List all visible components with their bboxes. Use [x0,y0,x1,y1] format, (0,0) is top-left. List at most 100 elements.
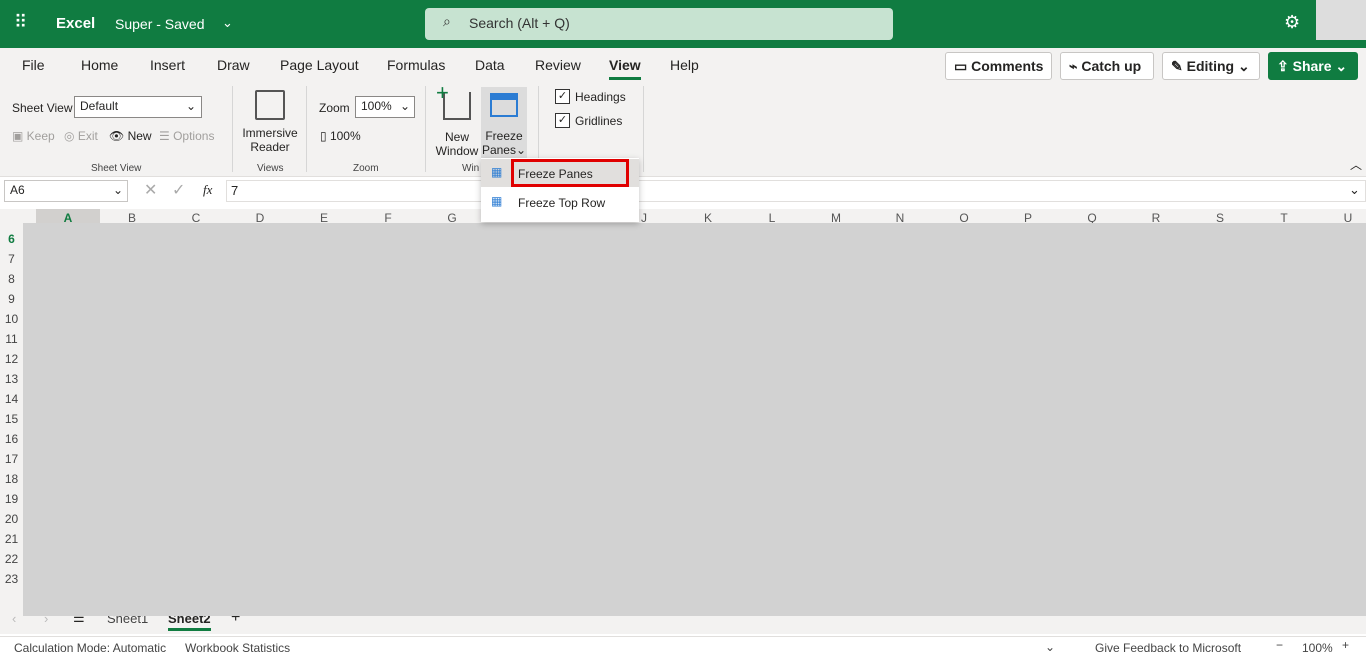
row-header-9[interactable]: 9 [0,292,23,306]
comments-label: Comments [971,58,1044,74]
collapse-ribbon-icon[interactable]: ︿ [1350,156,1362,173]
row-header-21[interactable]: 21 [0,532,23,546]
tab-home[interactable]: Home [81,57,118,73]
zoom-100-button[interactable]: ▯ 100% [320,129,361,143]
share-button[interactable]: ⇪ Share ⌄ [1268,52,1358,80]
row-header-22[interactable]: 22 [0,552,23,566]
row-header-15[interactable]: 15 [0,412,23,426]
tab-review[interactable]: Review [535,57,581,73]
comments-button[interactable]: ▭ Comments [945,52,1052,80]
cancel-icon[interactable]: ✕ [144,180,157,200]
row-header-8[interactable]: 8 [0,272,23,286]
gridlines-label: Gridlines [575,114,623,128]
zoom-in-icon[interactable]: + [1342,638,1349,652]
row-header-10[interactable]: 10 [0,312,23,326]
calculation-mode[interactable]: Calculation Mode: Automatic [14,641,166,655]
options-button: ☰ Options [159,129,215,143]
row-header-11[interactable]: 11 [0,332,23,346]
row-header-17[interactable]: 17 [0,452,23,466]
name-box[interactable]: A6 ⌄ [4,180,128,202]
catch-up-button[interactable]: ⌁ Catch up [1060,52,1154,80]
search-placeholder: Search (Alt + Q) [469,15,570,31]
tab-view[interactable]: View [609,57,641,80]
tab-draw[interactable]: Draw [217,57,250,73]
menu-item-freeze-top-row[interactable]: ▦ Freeze Top Row [481,188,639,216]
menu-item-freeze-panes[interactable]: ▦ Freeze Panes [481,159,639,187]
new-sheet-view-button[interactable]: 👁 New [109,129,152,143]
expand-formula-icon[interactable]: ⌄ [1349,182,1360,198]
app-name: Excel [56,15,96,32]
workbook-statistics[interactable]: Workbook Statistics [185,641,290,655]
tab-formulas[interactable]: Formulas [387,57,445,73]
group-label-window: Win [462,163,480,174]
gridlines-checkbox[interactable]: ✓ [555,113,570,128]
tab-file[interactable]: File [22,57,45,73]
zoom-dropdown[interactable]: 100% ⌄ [355,96,415,118]
pencil-icon: ✎ [1171,58,1187,74]
freeze-top-row-icon: ▦ [491,194,503,208]
title-bar: ⠿ Excel Super - Saved ⌄ ⌕ Search (Alt + Q… [0,0,1366,48]
group-label-sheet-view: Sheet View [91,163,142,174]
chevron-down-icon[interactable]: ⌄ [222,15,233,31]
freeze-panes-menu: ▦ Freeze Panes ▦ Freeze Top Row [481,158,639,222]
app-launcher-icon[interactable]: ⠿ [14,12,27,33]
row-header-6[interactable]: 6 [0,232,23,246]
sheet-view-value: Default [80,99,119,113]
grid-overlay [23,223,1366,616]
row-header-12[interactable]: 12 [0,352,23,366]
group-label-views: Views [257,163,284,174]
row-header-23[interactable]: 23 [0,572,23,586]
tab-help[interactable]: Help [670,57,699,73]
check-icon[interactable]: ✓ [172,180,185,200]
avatar[interactable] [1316,0,1366,40]
book-icon [255,90,285,120]
ribbon-tabs: File Home Insert Draw Page Layout Formul… [0,48,1366,82]
gear-icon[interactable]: ⚙ [1284,12,1300,33]
sheet-view-dropdown[interactable]: Default ⌄ [74,96,202,118]
highlight-box [511,159,629,187]
row-header-16[interactable]: 16 [0,432,23,446]
sheet-view-label: Sheet View [12,101,73,115]
fx-icon[interactable]: fx [203,182,212,198]
catch-up-label: Catch up [1081,58,1142,74]
formula-bar: A6 ⌄ ✕ ✓ fx 7 ⌄ [0,177,1366,209]
freeze-panes-icon: ▦ [491,165,503,179]
headings-checkbox[interactable]: ✓ [555,89,570,104]
document-title[interactable]: Super - Saved [115,16,205,32]
row-header-19[interactable]: 19 [0,492,23,506]
row-headers: 6 7 8 9 10 11 12 13 14 15 16 17 18 19 20 21 22 23 [0,227,23,617]
new-window-icon: + [436,80,471,120]
chevron-down-icon[interactable]: ⌄ [1045,640,1055,654]
headings-label: Headings [575,90,626,104]
row-header-18[interactable]: 18 [0,472,23,486]
pulse-icon: ⌁ [1069,58,1082,74]
comment-icon: ▭ [954,58,972,74]
tab-insert[interactable]: Insert [150,57,185,73]
freeze-panes-icon [490,93,518,117]
immersive-reader-button[interactable]: Immersive Reader [240,88,300,154]
share-label: Share [1292,58,1332,74]
zoom-out-icon[interactable]: − [1276,638,1283,652]
editing-button[interactable]: ✎ Editing ⌄ [1162,52,1260,80]
row-header-20[interactable]: 20 [0,512,23,526]
status-bar: Calculation Mode: Automatic Workbook Sta… [0,636,1366,657]
editing-label: Editing [1186,58,1235,74]
freeze-panes-button[interactable]: Freeze Panes⌄ [481,87,527,159]
row-header-7[interactable]: 7 [0,252,23,266]
ribbon: Sheet View Default ⌄ ▣ Keep ◎ Exit 👁 New … [0,80,1366,177]
tab-page-layout[interactable]: Page Layout [280,57,359,73]
formula-input[interactable]: 7 [226,180,1366,202]
keep-button: ▣ Keep [12,129,55,143]
search-input[interactable]: ⌕ Search (Alt + Q) [425,8,893,40]
feedback-link[interactable]: Give Feedback to Microsoft [1095,641,1241,655]
row-header-13[interactable]: 13 [0,372,23,386]
prev-sheet-icon[interactable]: ‹ [12,611,16,626]
zoom-level: 100% [1302,641,1333,655]
zoom-label: Zoom [319,101,350,115]
tab-data[interactable]: Data [475,57,505,73]
share-icon: ⇪ [1277,58,1293,74]
exit-button: ◎ Exit [64,129,98,143]
new-window-button[interactable]: + New Window [434,80,480,158]
row-header-14[interactable]: 14 [0,392,23,406]
page-icon: ▯ [320,129,327,143]
